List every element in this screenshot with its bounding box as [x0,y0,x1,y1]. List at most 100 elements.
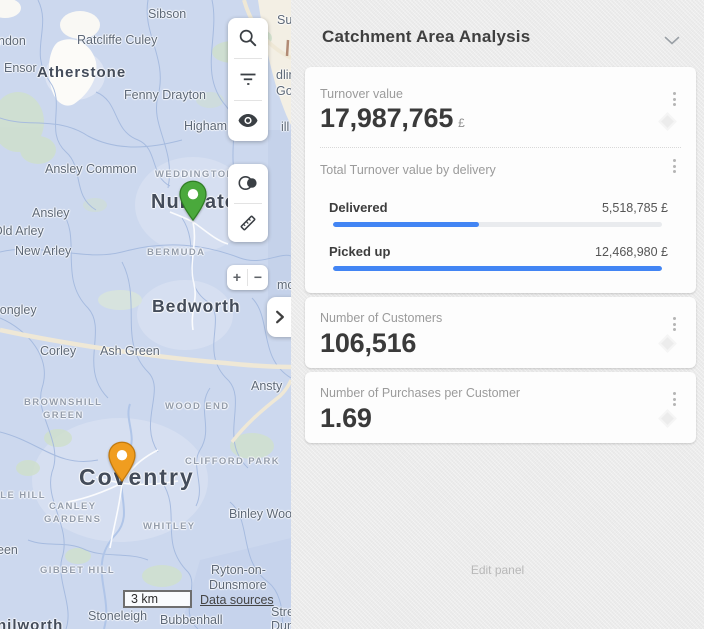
panel-header: Catchment Area Analysis [291,0,704,67]
map-pin-orange[interactable] [107,441,137,483]
map-label-district: GREEN [43,410,84,421]
kebab-menu-button[interactable] [669,313,680,335]
map-label: Corley [40,344,76,358]
map-label: een [0,543,18,557]
delivery-row-value: 12,468,980 £ [595,245,677,259]
contrast-icon [237,173,259,193]
measure-button[interactable] [228,204,268,243]
map-label-district: GARDENS [44,514,101,525]
kebab-menu-button[interactable] [669,88,680,110]
turnover-number: 17,987,765 [320,103,453,133]
map-label-district: CANLEY [49,501,96,512]
map-label: Ansley [32,206,70,220]
zoom-control: + − [227,265,268,290]
map-label: Higham [184,119,227,133]
map-canvas[interactable]: Sibson ndon Ratcliffe Culey Sutt Ensor A… [0,0,291,629]
map-label: Ash Green [100,344,160,358]
panel-expand-button[interactable] [267,297,291,337]
map-label: Ansley Common [45,162,137,176]
progress-track [333,266,662,271]
turnover-metric: Turnover value 17,987,765 £ [305,67,696,147]
map-label: longley [0,303,37,317]
delivery-breakdown: Total Turnover value by delivery Deliver… [305,148,696,293]
delivery-row-value: 5,518,785 £ [602,201,677,215]
currency-symbol: £ [458,116,465,130]
metric-cards: Turnover value 17,987,765 £ Total Turnove… [305,67,696,443]
metric-label: Number of Customers [320,311,681,326]
map-label: Sibson [148,7,186,21]
map-label: Fenny Drayton [124,88,206,102]
map-scale: 3 km [123,590,192,608]
map-label-district: GIBBET HILL [40,565,115,576]
app-window: Sibson ndon Ratcliffe Culey Sutt Ensor A… [0,0,704,629]
contrast-button[interactable] [228,164,268,203]
map-label: Ensor [4,61,37,75]
map-label-district: CLIFFORD PARK [185,456,280,467]
progress-track [333,222,662,227]
progress-fill [333,266,662,271]
delivery-row-label: Picked up [329,244,390,259]
map-label: Stretton [271,605,291,619]
metric-label: Total Turnover value by delivery [320,163,681,178]
visibility-button[interactable] [228,101,268,141]
map-label: Bubbenhall [160,613,223,627]
map-label: Sutt [277,13,291,27]
metric-value: 106,516 [320,328,681,358]
metric-label: Number of Purchases per Customer [320,386,681,401]
delivery-row: Picked up 12,468,980 £ [320,244,681,271]
map-label: Dunsmore [209,578,267,592]
ruler-icon [238,213,258,233]
map-label: Dunsmore [271,619,291,629]
map-label-district: WOOD END [165,401,230,412]
chevron-right-icon [273,309,287,325]
map-pin-green[interactable] [178,180,208,222]
search-button[interactable] [228,18,268,58]
map-label: ndon [0,34,26,48]
purchases-card: Number of Purchases per Customer 1.69 [305,372,696,443]
map-toolbar-primary [228,18,268,141]
filter-icon [238,69,258,89]
search-icon [238,28,258,48]
filter-button[interactable] [228,59,268,99]
map-label-district: WEDDINGTON [155,169,235,180]
data-sources-link[interactable]: Data sources [200,593,274,607]
map-label: Ansty [251,379,282,393]
map-label-district: WHITLEY [143,521,196,532]
analysis-panel: Catchment Area Analysis Turnover value 1… [291,0,704,629]
map-label: Old Arley [0,224,44,238]
map-label-district: TILE HILL [0,490,46,501]
kebab-menu-button[interactable] [669,155,680,177]
map-label-district: BERMUDA [147,247,205,258]
customers-card: Number of Customers 106,516 [305,297,696,368]
map-label: dling [276,68,291,82]
zoom-out-button[interactable]: − [248,265,268,290]
zoom-in-button[interactable]: + [227,265,247,290]
map-scale-label: 3 km [131,592,158,606]
chevron-down-icon [664,36,680,45]
map-label: Ryton-on- [211,563,266,577]
map-label-town: Bedworth [152,296,241,317]
map-label: Binley Woods [229,507,291,521]
map-toolbar-secondary [228,164,268,242]
kebab-menu-button[interactable] [669,388,680,410]
edit-panel-button[interactable]: Edit panel [291,563,704,577]
eye-icon [238,113,258,128]
map-label: Ratcliffe Culey [77,33,157,47]
turnover-card: Turnover value 17,987,765 £ Total Turnove… [305,67,696,293]
map-label: Goldi [276,84,291,98]
map-label: ill [281,120,289,134]
map-label: Stoneleigh [88,609,147,623]
metric-label: Turnover value [320,87,681,102]
page-title: Catchment Area Analysis [322,27,680,47]
delivery-row: Delivered 5,518,785 £ [320,200,681,227]
metric-value: 17,987,765 £ [320,102,681,139]
map-label-town: nilworth [0,617,63,629]
metric-value: 1.69 [320,403,681,433]
map-label-district: BROWNSHILL [24,397,102,408]
progress-fill [333,222,479,227]
map-label: New Arley [15,244,71,258]
map-label-town: Atherstone [37,64,126,81]
delivery-row-label: Delivered [329,200,388,215]
map-label: mco [277,278,291,292]
collapse-panel-button[interactable] [664,32,680,50]
